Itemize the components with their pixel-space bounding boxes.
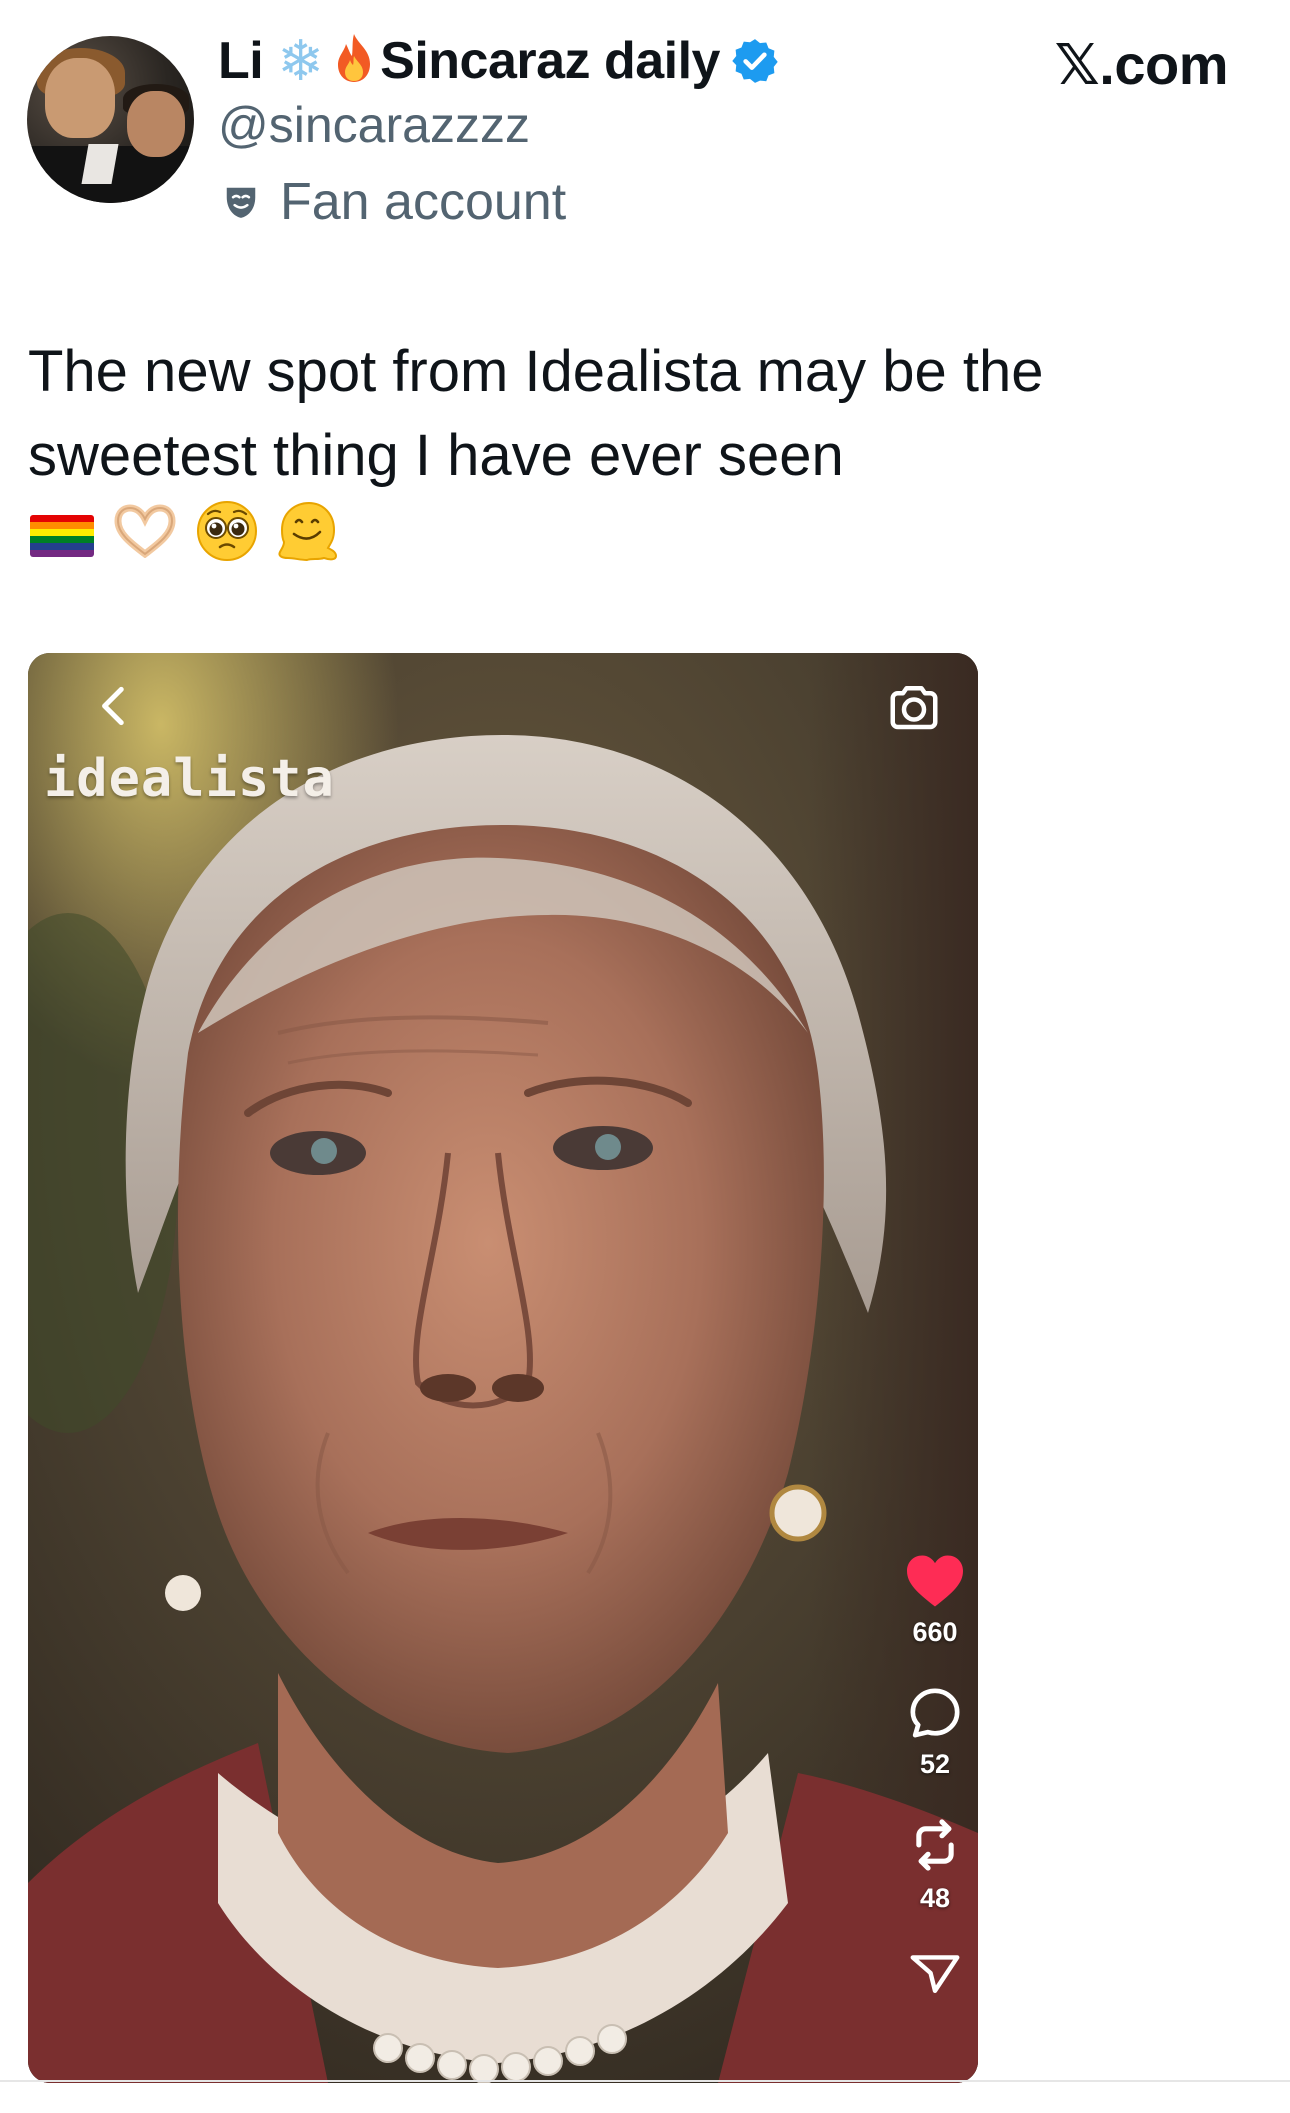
account-label: Fan account [222, 172, 566, 232]
avatar[interactable] [27, 36, 194, 203]
pleading-face-icon [196, 500, 258, 572]
bottom-divider [0, 2080, 1290, 2082]
verified-badge-icon [730, 36, 780, 86]
idealista-logo: idealista [44, 749, 335, 809]
tweet-text: The new spot from Idealista may be the s… [28, 339, 1044, 488]
display-name-suffix: Sincaraz daily [380, 32, 720, 90]
display-name-prefix: Li [218, 32, 264, 90]
display-name[interactable]: Li ❄ Sincaraz daily [218, 28, 780, 94]
heart-hands-icon [112, 504, 178, 568]
avatar-face-right [127, 91, 185, 157]
repost-action[interactable]: 48 [890, 1815, 978, 1914]
like-action[interactable]: 660 [890, 1553, 978, 1648]
user-handle[interactable]: @sincarazzzz [218, 96, 530, 154]
tweet-media-video[interactable]: idealista 660 52 48 [28, 653, 978, 2083]
fire-icon [332, 32, 376, 91]
camera-icon[interactable] [884, 677, 944, 737]
avatar-face-left [45, 58, 115, 138]
repost-icon[interactable] [907, 1815, 963, 1875]
back-chevron-icon[interactable] [90, 681, 140, 731]
x-brand-logo: 𝕏.com [1054, 33, 1229, 96]
share-send-icon[interactable] [907, 1953, 963, 1993]
repost-count: 48 [919, 1883, 951, 1913]
comment-icon[interactable] [907, 1685, 963, 1741]
tweet-emoji-row [30, 500, 338, 572]
comment-count: 52 [919, 1749, 951, 1779]
rainbow-flag-icon [30, 515, 94, 557]
fan-account-text: Fan account [280, 173, 567, 231]
melting-face-icon [276, 500, 338, 572]
heart-icon[interactable] [904, 1553, 966, 1609]
video-frame-image [28, 653, 978, 2083]
theater-mask-icon [222, 183, 260, 221]
share-action[interactable] [890, 1953, 978, 1993]
snowflake-icon: ❄ [277, 29, 325, 92]
like-count: 660 [912, 1617, 958, 1647]
comment-action[interactable]: 52 [890, 1685, 978, 1780]
